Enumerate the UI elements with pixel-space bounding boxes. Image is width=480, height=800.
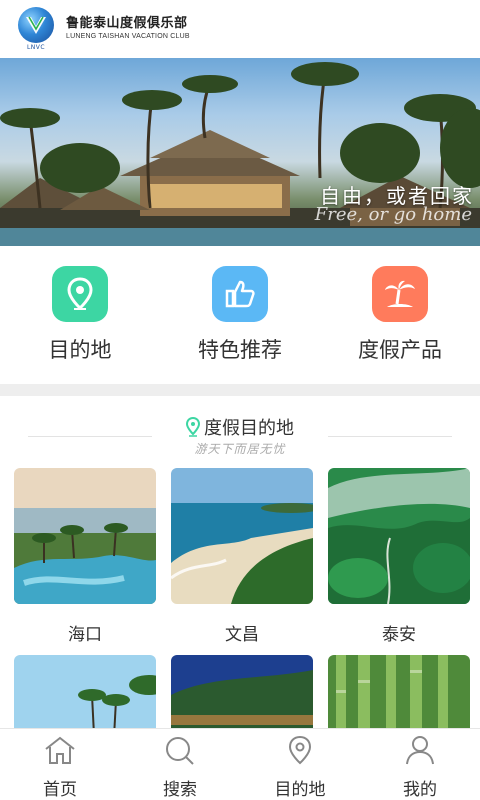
nav-profile[interactable]: 我的 [360, 729, 480, 800]
destination-photo [14, 468, 156, 604]
home-icon [43, 735, 77, 769]
thumbs-up-icon [212, 266, 268, 322]
logo-text: LNVC [26, 44, 46, 51]
brand-title-en: LUNENG TAISHAN VACATION CLUB [66, 33, 190, 40]
category-destination[interactable]: 目的地 [0, 246, 160, 384]
destination-photo [328, 468, 470, 604]
location-pin-icon [283, 735, 317, 769]
destination-name: 文昌 [225, 625, 259, 645]
section-divider [0, 384, 480, 396]
nav-label: 我的 [403, 780, 437, 800]
nav-label: 首页 [43, 780, 77, 800]
destinations-section-header: 度假目的地 游天下而居无忧 [0, 396, 480, 466]
club-logo: LNVC [16, 7, 56, 51]
category-recommend[interactable]: 特色推荐 [160, 246, 320, 384]
section-title-text: 度假目的地 [204, 418, 294, 439]
app-screen: LNVC 鲁能泰山度假俱乐部 LUNENG TAISHAN VACATION C… [0, 0, 480, 800]
hero-banner[interactable]: 自由，或者回家 Free, or go home [0, 58, 480, 246]
user-icon [403, 735, 437, 769]
destination-photo [171, 468, 313, 604]
nav-search[interactable]: 搜索 [120, 729, 240, 800]
brand-name: 鲁能泰山度假俱乐部 LUNENG TAISHAN VACATION CLUB [66, 16, 190, 42]
category-label: 目的地 [48, 338, 112, 362]
destination-card[interactable]: 海口 [14, 468, 156, 645]
nav-destination[interactable]: 目的地 [240, 729, 360, 800]
section-subtitle: 游天下而居无忧 [194, 442, 286, 456]
location-pin-icon [52, 266, 108, 322]
nav-label: 目的地 [274, 780, 326, 800]
section-title: 度假目的地 [0, 414, 480, 442]
palm-island-icon [372, 266, 428, 322]
nav-home[interactable]: 首页 [0, 729, 120, 800]
nav-label: 搜索 [163, 780, 197, 800]
category-label: 特色推荐 [198, 338, 282, 362]
banner-slogan-en: Free, or go home [314, 204, 472, 225]
category-label: 度假产品 [358, 338, 442, 362]
destination-name: 泰安 [382, 625, 416, 645]
destination-name: 海口 [68, 625, 102, 645]
category-products[interactable]: 度假产品 [320, 246, 480, 384]
app-header: LNVC 鲁能泰山度假俱乐部 LUNENG TAISHAN VACATION C… [0, 0, 480, 58]
destination-card[interactable]: 泰安 [328, 468, 470, 645]
category-row: 目的地 特色推荐 度假产品 [0, 246, 480, 384]
brand-title-cn: 鲁能泰山度假俱乐部 [66, 16, 188, 31]
destination-card[interactable]: 文昌 [171, 468, 313, 645]
location-pin-icon [185, 416, 201, 442]
bottom-nav: 首页 搜索 目的地 我的 [0, 728, 480, 800]
search-icon [163, 735, 197, 769]
